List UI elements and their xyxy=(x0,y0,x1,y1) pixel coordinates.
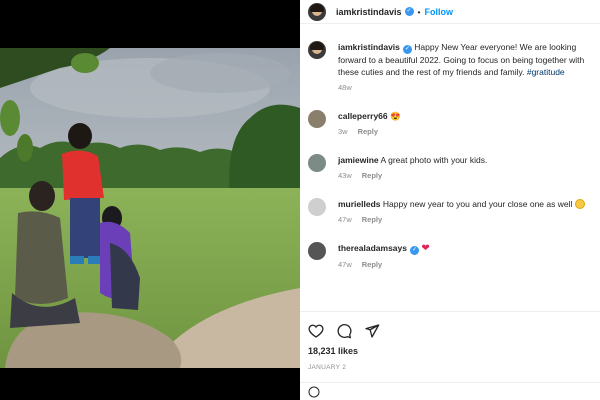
post-header: iamkristindavis ✓ • Follow xyxy=(300,0,600,24)
comment-thread[interactable]: iamkristindavis ✓ Happy New Year everyone… xyxy=(300,25,600,311)
avatar[interactable] xyxy=(308,2,326,21)
caption-time: 48w xyxy=(338,83,352,92)
smile-emoji-icon xyxy=(574,199,585,209)
comment-time: 47w xyxy=(338,215,352,224)
emoji-icon[interactable] xyxy=(308,386,320,398)
comment-item: jamiewine A great photo with your kids. … xyxy=(308,154,592,182)
caption-username[interactable]: iamkristindavis xyxy=(338,42,400,52)
comment-username[interactable]: murielleds xyxy=(338,199,381,209)
comment-item: calleperry66 😍 3w Reply xyxy=(308,110,592,138)
post-date: JANUARY 2 xyxy=(308,364,347,371)
photo-pane xyxy=(0,0,300,400)
red-heart-emoji-icon: ❤ xyxy=(421,243,430,254)
heart-icon[interactable] xyxy=(308,323,324,339)
comment-avatar[interactable] xyxy=(308,242,326,260)
add-comment-bar[interactable] xyxy=(300,382,600,400)
follow-button[interactable]: Follow xyxy=(425,7,454,17)
comment-text: Happy new year to you and your close one… xyxy=(382,199,573,209)
reply-button[interactable]: Reply xyxy=(362,171,382,180)
verified-badge-icon: ✓ xyxy=(404,7,414,16)
separator-dot: • xyxy=(417,6,421,17)
comment-avatar[interactable] xyxy=(308,154,326,172)
comment-avatar[interactable] xyxy=(308,110,326,128)
comment-username[interactable]: therealadamsays xyxy=(338,243,407,253)
comment-username[interactable]: jamiewine xyxy=(338,155,379,165)
verified-badge-icon: ✓ xyxy=(410,246,419,255)
hashtag-link[interactable]: #gratitude xyxy=(527,67,565,77)
comment-avatar[interactable] xyxy=(308,198,326,216)
verified-badge-icon: ✓ xyxy=(402,45,412,54)
post-photo[interactable] xyxy=(0,48,300,368)
share-icon[interactable] xyxy=(364,323,380,339)
reply-button[interactable]: Reply xyxy=(362,215,382,224)
comment-time: 3w xyxy=(338,127,348,136)
post-footer: 18,231 likes JANUARY 2 xyxy=(300,311,600,400)
caption: iamkristindavis ✓ Happy New Year everyone… xyxy=(308,41,592,94)
comment-username[interactable]: calleperry66 xyxy=(338,111,388,121)
caption-avatar[interactable] xyxy=(308,41,326,59)
comment-icon[interactable] xyxy=(336,323,352,339)
heart-eyes-emoji-icon: 😍 xyxy=(390,111,401,121)
action-bar xyxy=(300,312,600,340)
post-username[interactable]: iamkristindavis xyxy=(336,7,402,17)
reply-button[interactable]: Reply xyxy=(362,260,382,269)
comment-text: A great photo with your kids. xyxy=(380,155,488,165)
post-sidebar: iamkristindavis ✓ • Follow iamkristindav… xyxy=(300,0,600,400)
comment-time: 43w xyxy=(338,171,352,180)
reply-button[interactable]: Reply xyxy=(358,127,378,136)
comment-item: therealadamsays ✓ ❤ 47w Reply xyxy=(308,242,592,271)
likes-count[interactable]: 18,231 likes xyxy=(300,340,600,356)
comment-time: 47w xyxy=(338,260,352,269)
comment-item: murielleds Happy new year to you and you… xyxy=(308,198,592,226)
